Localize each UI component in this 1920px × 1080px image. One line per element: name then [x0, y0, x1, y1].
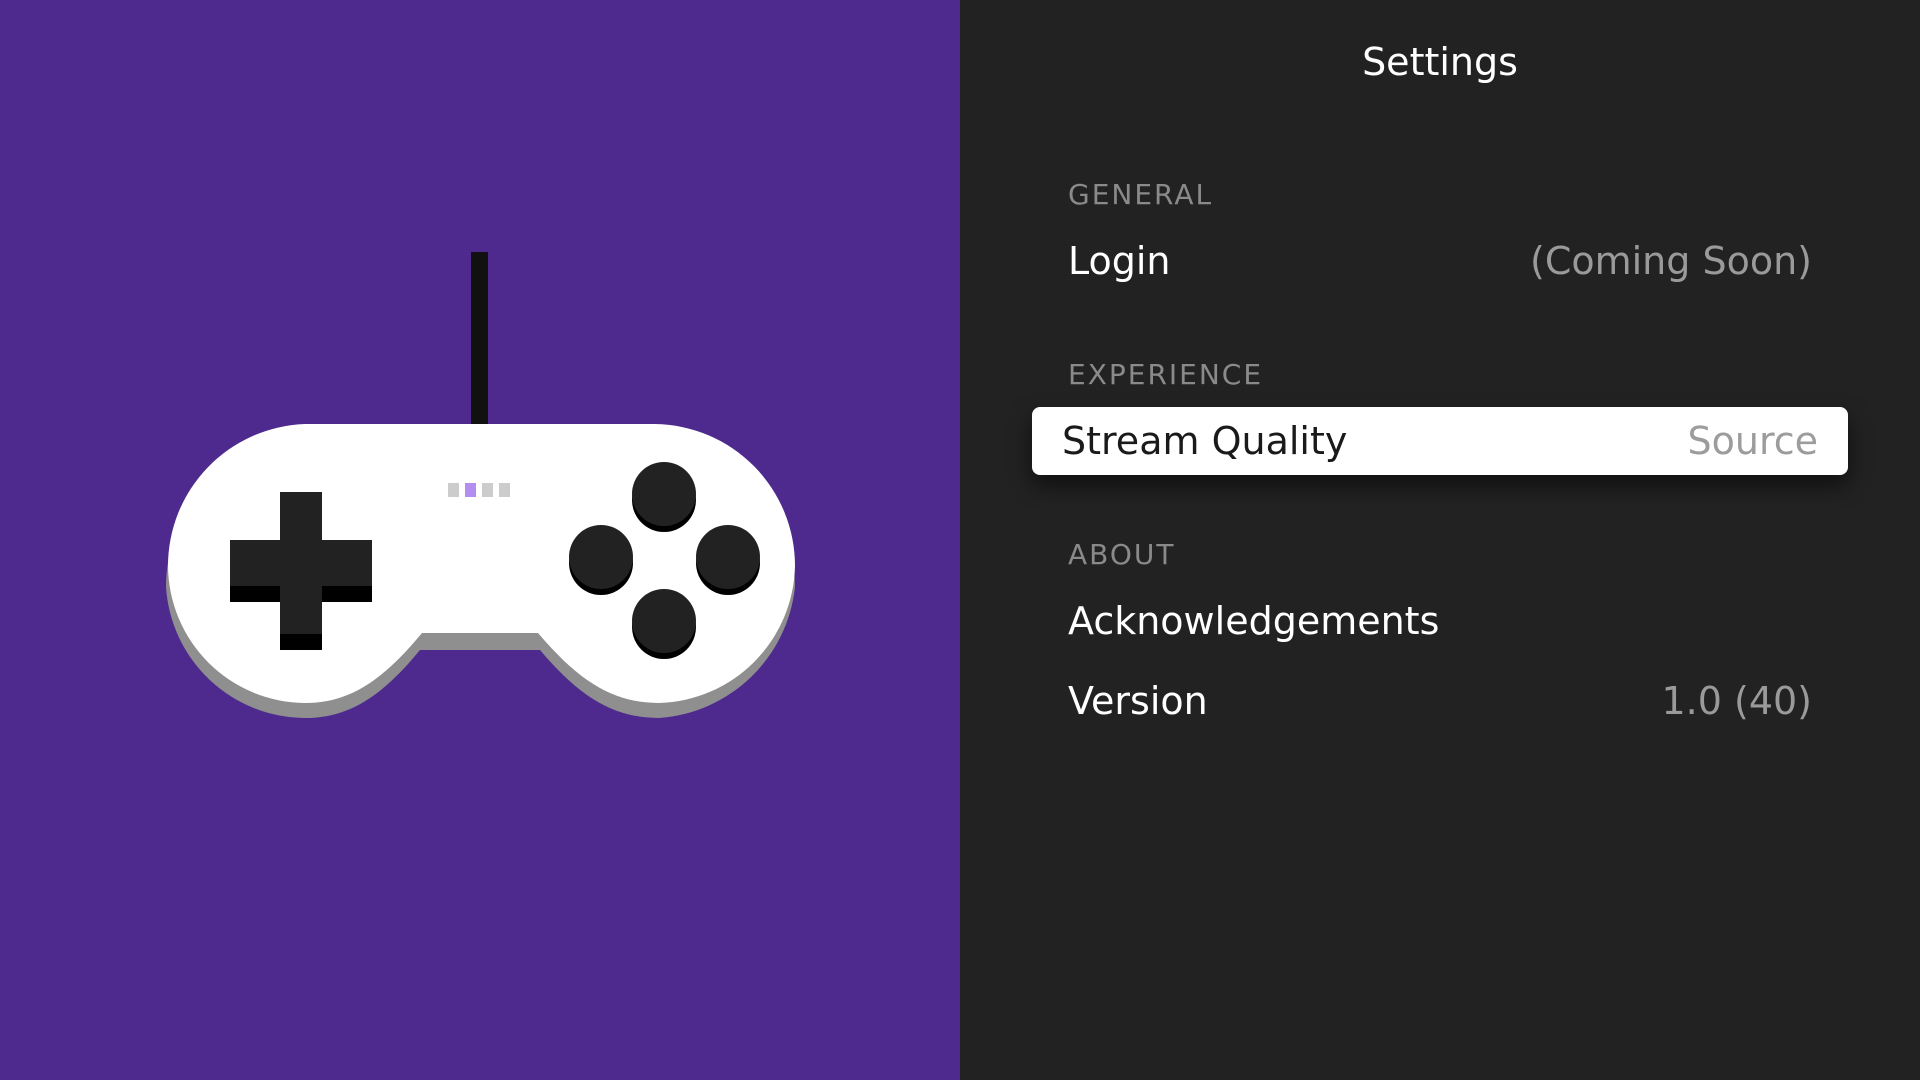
section-header-experience: EXPERIENCE: [1068, 358, 1264, 391]
face-button-bottom: [632, 589, 696, 653]
page-title: Settings: [1362, 40, 1518, 84]
acknowledgements-label: Acknowledgements: [1068, 599, 1440, 643]
section-header-about: ABOUT: [1068, 538, 1176, 571]
version-value: 1.0 (40): [1661, 679, 1812, 723]
gamepad-icon: [165, 252, 796, 718]
login-value: (Coming Soon): [1530, 239, 1812, 283]
settings-row-stream-quality[interactable]: Stream Quality Source: [1032, 407, 1848, 475]
settings-row-version[interactable]: Version 1.0 (40): [1032, 668, 1848, 734]
stream-quality-value: Source: [1687, 419, 1818, 463]
settings-row-login[interactable]: Login (Coming Soon): [1032, 228, 1848, 294]
app-root: Settings GENERAL Login (Coming Soon) EXP…: [0, 0, 1920, 1080]
login-label: Login: [1068, 239, 1171, 283]
section-header-general: GENERAL: [1068, 178, 1214, 211]
settings-row-acknowledgements[interactable]: Acknowledgements: [1032, 588, 1848, 654]
settings-panel: Settings GENERAL Login (Coming Soon) EXP…: [960, 0, 1920, 1080]
controller-cable: [471, 252, 488, 432]
face-button-right: [696, 525, 760, 589]
face-button-top: [632, 462, 696, 526]
face-button-left: [569, 525, 633, 589]
version-label: Version: [1068, 679, 1208, 723]
artwork-panel: [0, 0, 960, 1080]
stream-quality-label: Stream Quality: [1062, 419, 1348, 463]
